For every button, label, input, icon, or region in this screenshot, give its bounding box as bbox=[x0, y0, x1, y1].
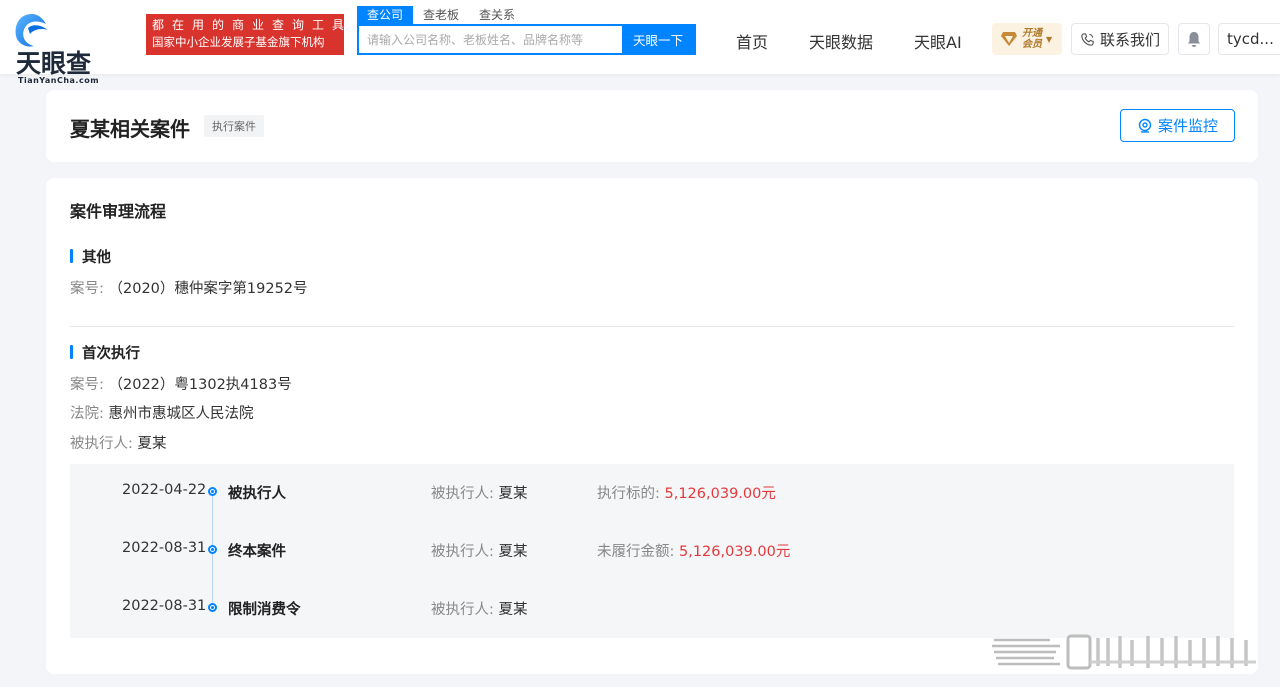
timeline-party: 被执行人: 夏某 bbox=[431, 598, 528, 619]
case-number-row: 案号: （2022）粤1302执4183号 bbox=[70, 373, 292, 394]
timeline-event[interactable]: 终本案件 bbox=[228, 540, 286, 561]
case-monitor-label: 案件监控 bbox=[1157, 117, 1218, 135]
vip-label: 开通 会员 bbox=[1022, 28, 1042, 50]
respondent-row: 被执行人: 夏某 bbox=[70, 432, 167, 453]
case-number-label: 案号: bbox=[70, 377, 104, 393]
timeline-amount: 执行标的: 5,126,039.00元 bbox=[597, 482, 776, 503]
timeline-date: 2022-08-31 bbox=[122, 540, 207, 556]
logo-domain: TianYanCha.com bbox=[18, 76, 100, 85]
court-row: 法院: 惠州市惠城区人民法院 bbox=[70, 402, 254, 423]
section-heading: 案件审理流程 bbox=[70, 202, 167, 221]
search-box: 天眼一下 bbox=[357, 24, 696, 55]
block-title-other: 其他 bbox=[70, 246, 111, 267]
case-number-value: （2022）粤1302执4183号 bbox=[108, 377, 292, 393]
timeline-amount: 未履行金额: 5,126,039.00元 bbox=[597, 540, 790, 561]
party-label: 被执行人: bbox=[431, 602, 494, 618]
slogan-line-2: 国家中小企业发展子基金旗下机构 bbox=[152, 35, 325, 49]
diamond-icon bbox=[1001, 32, 1017, 46]
search-tabs: 查公司 查老板 查关系 bbox=[357, 6, 525, 25]
monitor-icon bbox=[1138, 118, 1152, 133]
court-label: 法院: bbox=[70, 406, 104, 422]
section-divider bbox=[70, 326, 1234, 327]
chevron-down-icon: ▼ bbox=[1046, 34, 1053, 44]
tab-boss[interactable]: 查老板 bbox=[413, 6, 469, 25]
user-menu-button[interactable]: tycd... ▼ bbox=[1218, 23, 1280, 55]
timeline-dot bbox=[208, 545, 217, 554]
party-value: 夏某 bbox=[498, 486, 528, 502]
slogan-banner: 都在用的商业查询工具 国家中小企业发展子基金旗下机构 bbox=[146, 14, 344, 55]
block-title-first-execution: 首次执行 bbox=[70, 342, 140, 363]
nav-tianyan-ai[interactable]: 天眼AI bbox=[914, 29, 962, 53]
top-header: 天眼查 TianYanCha.com 都在用的商业查询工具 国家中小企业发展子基… bbox=[0, 0, 1280, 85]
timeline-dot bbox=[208, 487, 217, 496]
timeline-row: 2022-08-31 终本案件 被执行人: 夏某 未履行金额: 5,126,03… bbox=[70, 540, 1234, 560]
case-number-row: 案号: （2020）穗仲案字第19252号 bbox=[70, 277, 308, 298]
amount-value: 5,126,039.00元 bbox=[679, 544, 791, 560]
contact-us-label: 联系我们 bbox=[1099, 30, 1160, 49]
page-title: 夏某相关案件 bbox=[70, 117, 190, 141]
tab-company[interactable]: 查公司 bbox=[357, 6, 414, 25]
nav-home[interactable]: 首页 bbox=[736, 29, 768, 53]
case-number-value: （2020）穗仲案字第19252号 bbox=[108, 281, 308, 297]
search-input[interactable] bbox=[359, 26, 622, 53]
timeline-date: 2022-08-31 bbox=[122, 598, 207, 614]
notification-button[interactable] bbox=[1178, 23, 1210, 55]
watermark-image bbox=[992, 634, 1256, 670]
slogan-line-1: 都在用的商业查询工具 bbox=[152, 18, 353, 32]
case-timeline: 2022-04-22 被执行人 被执行人: 夏某 执行标的: 5,126,039… bbox=[70, 464, 1234, 638]
timeline-date: 2022-04-22 bbox=[122, 482, 207, 498]
vip-button[interactable]: 开通 会员 ▼ bbox=[992, 23, 1062, 55]
timeline-party: 被执行人: 夏某 bbox=[431, 540, 528, 561]
respondent-value: 夏某 bbox=[137, 436, 167, 452]
timeline-event[interactable]: 限制消费令 bbox=[228, 598, 301, 619]
tab-relation[interactable]: 查关系 bbox=[469, 6, 525, 25]
amount-label: 未履行金额: bbox=[597, 544, 675, 560]
case-number-label: 案号: bbox=[70, 281, 104, 297]
amount-value: 5,126,039.00元 bbox=[664, 486, 776, 502]
timeline-row: 2022-04-22 被执行人 被执行人: 夏某 执行标的: 5,126,039… bbox=[70, 482, 1234, 502]
timeline-party: 被执行人: 夏某 bbox=[431, 482, 528, 503]
contact-us-button[interactable]: 联系我们 bbox=[1071, 23, 1169, 55]
respondent-label: 被执行人: bbox=[70, 436, 133, 452]
tianyancha-logo[interactable]: 天眼查 TianYanCha.com bbox=[10, 12, 104, 90]
party-label: 被执行人: bbox=[431, 486, 494, 502]
timeline-row: 2022-08-31 限制消费令 被执行人: 夏某 bbox=[70, 598, 1234, 618]
case-type-tag: 执行案件 bbox=[204, 115, 264, 137]
case-process-card: 案件审理流程 其他 案号: （2020）穗仲案字第19252号 首次执行 案号:… bbox=[46, 178, 1258, 674]
court-value: 惠州市惠城区人民法院 bbox=[108, 406, 254, 422]
amount-label: 执行标的: bbox=[597, 486, 660, 502]
case-monitor-button[interactable]: 案件监控 bbox=[1120, 109, 1235, 142]
case-title-card: 夏某相关案件 执行案件 案件监控 bbox=[46, 90, 1258, 162]
party-value: 夏某 bbox=[498, 544, 528, 560]
party-value: 夏某 bbox=[498, 602, 528, 618]
nav-tianyan-data[interactable]: 天眼数据 bbox=[809, 29, 873, 53]
phone-icon bbox=[1081, 32, 1094, 46]
search-button[interactable]: 天眼一下 bbox=[622, 26, 694, 53]
username: tycd... bbox=[1227, 30, 1274, 48]
party-label: 被执行人: bbox=[431, 544, 494, 560]
timeline-dot bbox=[208, 603, 217, 612]
timeline-event[interactable]: 被执行人 bbox=[228, 482, 286, 503]
logo-text: 天眼查 bbox=[16, 49, 92, 78]
bell-icon bbox=[1188, 31, 1200, 47]
